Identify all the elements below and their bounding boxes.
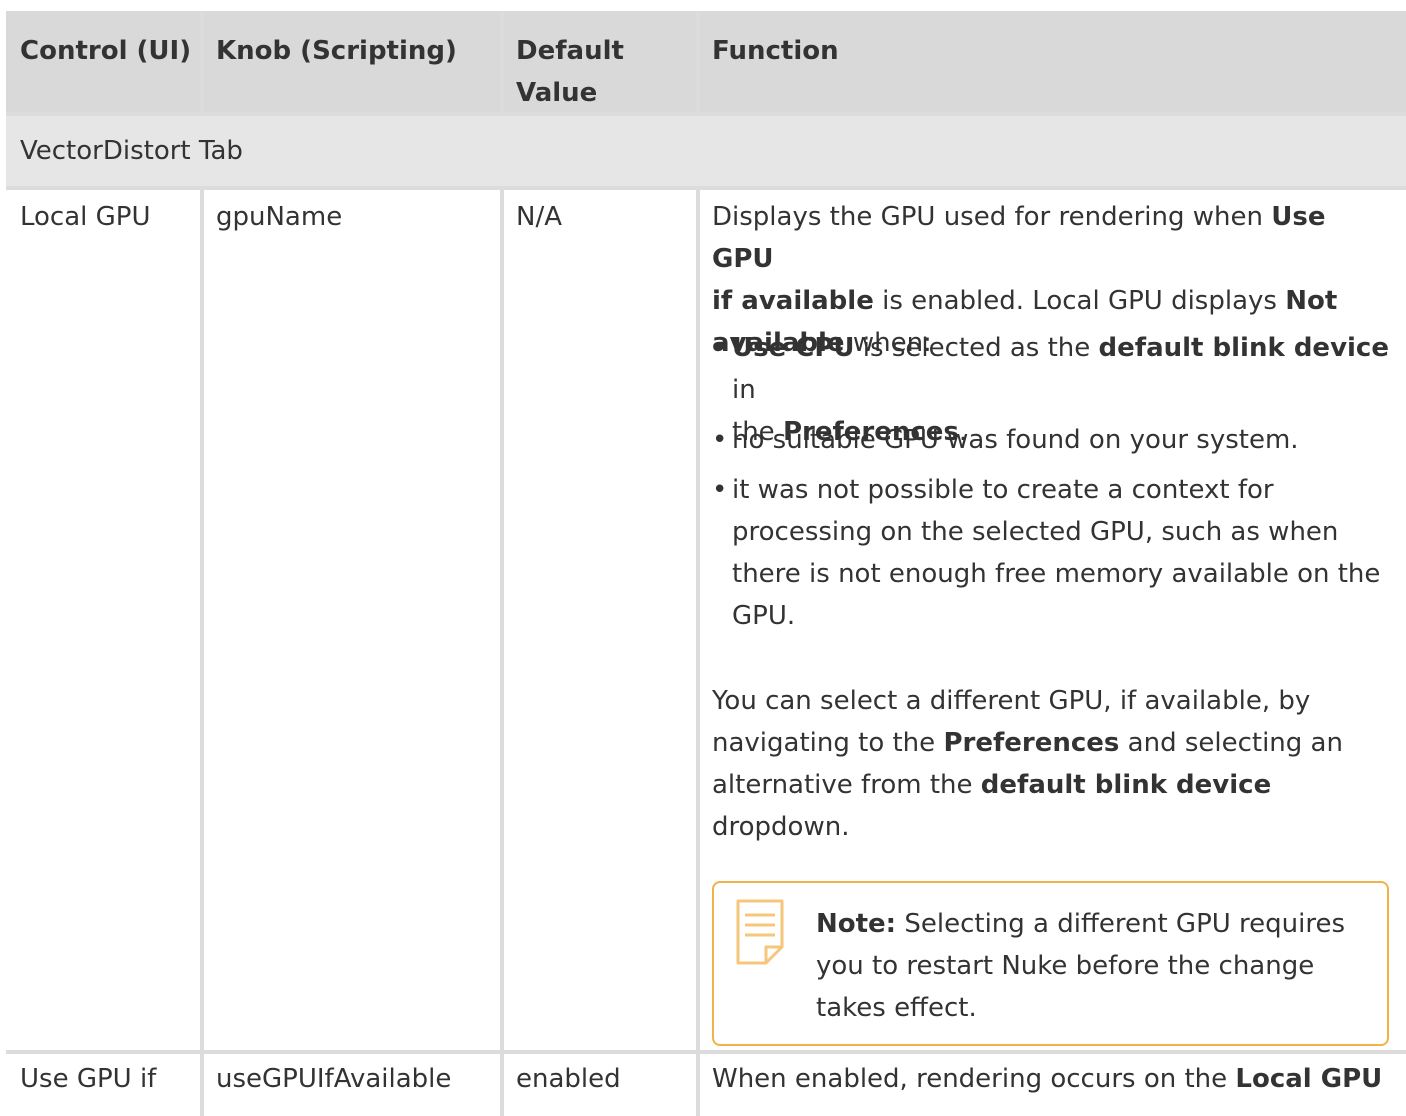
header-function-label: Function [712, 36, 839, 66]
row-divider [6, 186, 1406, 190]
fn-line: it was not possible to create a context … [732, 475, 1274, 505]
header-cell-knob: Knob (Scripting) [204, 11, 500, 112]
column-divider [500, 11, 504, 112]
fn-line: you to restart Nuke before the change [816, 951, 1315, 981]
note-label: Note: [816, 909, 897, 939]
section-row: VectorDistort Tab [6, 116, 1406, 186]
fn-line: if available is enabled. Local GPU displ… [712, 280, 1392, 322]
fn-text: Displays the GPU used for rendering when [712, 202, 1272, 232]
row2-default-text: enabled [516, 1064, 621, 1094]
header-cell-function: Function [700, 11, 1406, 112]
section-label: VectorDistort Tab [20, 136, 243, 166]
fn-bold: if available [712, 286, 874, 316]
row2-control: Use GPU if [20, 1058, 196, 1100]
row1-default-text: N/A [516, 202, 562, 232]
row2-default: enabled [516, 1058, 692, 1100]
fn-line: takes effect. [816, 993, 977, 1023]
row-divider [6, 112, 1406, 116]
header-cell-default: Default Value [504, 11, 696, 112]
row2-knob-text: useGPUIfAvailable [216, 1064, 452, 1094]
row1-function-paragraph-2: You can select a different GPU, if avail… [712, 680, 1392, 848]
fn-line: processing on the selected GPU, such as … [732, 517, 1339, 547]
fn-text: alternative from the [712, 770, 981, 800]
fn-line: no suitable GPU was found on your system… [732, 425, 1299, 455]
row-divider [6, 1050, 1406, 1054]
fn-text: is selected as the [854, 333, 1099, 363]
fn-line: navigating to the Preferences and select… [712, 722, 1392, 764]
fn-bold: default blink device [980, 770, 1272, 800]
bullet-icon: • [712, 333, 728, 363]
row1-default: N/A [516, 196, 692, 238]
fn-text: is enabled. Local GPU displays [873, 286, 1286, 316]
column-divider [200, 190, 204, 1116]
fn-line: Note: Selecting a different GPU requires [816, 903, 1376, 945]
fn-bold: Preferences [943, 728, 1120, 758]
fn-line: GPU. [732, 601, 796, 631]
fn-line: Displays the GPU used for rendering when… [712, 196, 1392, 280]
note-icon [736, 899, 784, 965]
fn-text: and selecting an [1119, 728, 1343, 758]
header-knob-label: Knob (Scripting) [216, 36, 457, 66]
parameter-table: Control (UI) Knob (Scripting) Default Va… [0, 0, 1406, 1116]
row1-control-text: Local GPU [20, 202, 151, 232]
fn-line: Use CPU is selected as the default blink… [732, 327, 1392, 411]
row1-control: Local GPU [20, 196, 196, 238]
fn-bold: Use CPU [732, 333, 855, 363]
header-default-label-line1: Default [516, 36, 624, 66]
column-divider [200, 11, 204, 112]
column-divider [696, 190, 700, 1116]
fn-text: in [732, 375, 756, 405]
fn-text: Selecting a different GPU requires [896, 909, 1346, 939]
row2-control-text: Use GPU if [20, 1064, 157, 1094]
fn-line: alternative from the default blink devic… [712, 764, 1392, 806]
row2-function: When enabled, rendering occurs on the Lo… [712, 1058, 1402, 1100]
row1-knob-text: gpuName [216, 202, 343, 232]
header-default-label-line2: Value [516, 78, 598, 108]
fn-text: When enabled, rendering occurs on the [712, 1064, 1236, 1094]
fn-line: there is not enough free memory availabl… [732, 559, 1381, 589]
bullet-icon: • [712, 475, 728, 505]
row2-knob: useGPUIfAvailable [216, 1058, 496, 1100]
fn-line: dropdown. [712, 812, 850, 842]
note-box: Note: Selecting a different GPU requires… [712, 881, 1389, 1046]
note-text: Note: Selecting a different GPU requires… [816, 903, 1376, 1029]
fn-text: navigating to the [712, 728, 944, 758]
header-cell-control: Control (UI) [6, 11, 200, 112]
fn-bold: Not [1285, 286, 1338, 316]
header-control-label: Control (UI) [20, 36, 192, 66]
fn-bold: Local GPU [1235, 1064, 1383, 1094]
fn-bold: default blink device [1098, 333, 1389, 363]
column-divider [696, 11, 700, 112]
fn-line: You can select a different GPU, if avail… [712, 686, 1311, 716]
bullet-icon: • [712, 425, 728, 455]
column-divider [500, 190, 504, 1116]
row1-knob: gpuName [216, 196, 496, 238]
